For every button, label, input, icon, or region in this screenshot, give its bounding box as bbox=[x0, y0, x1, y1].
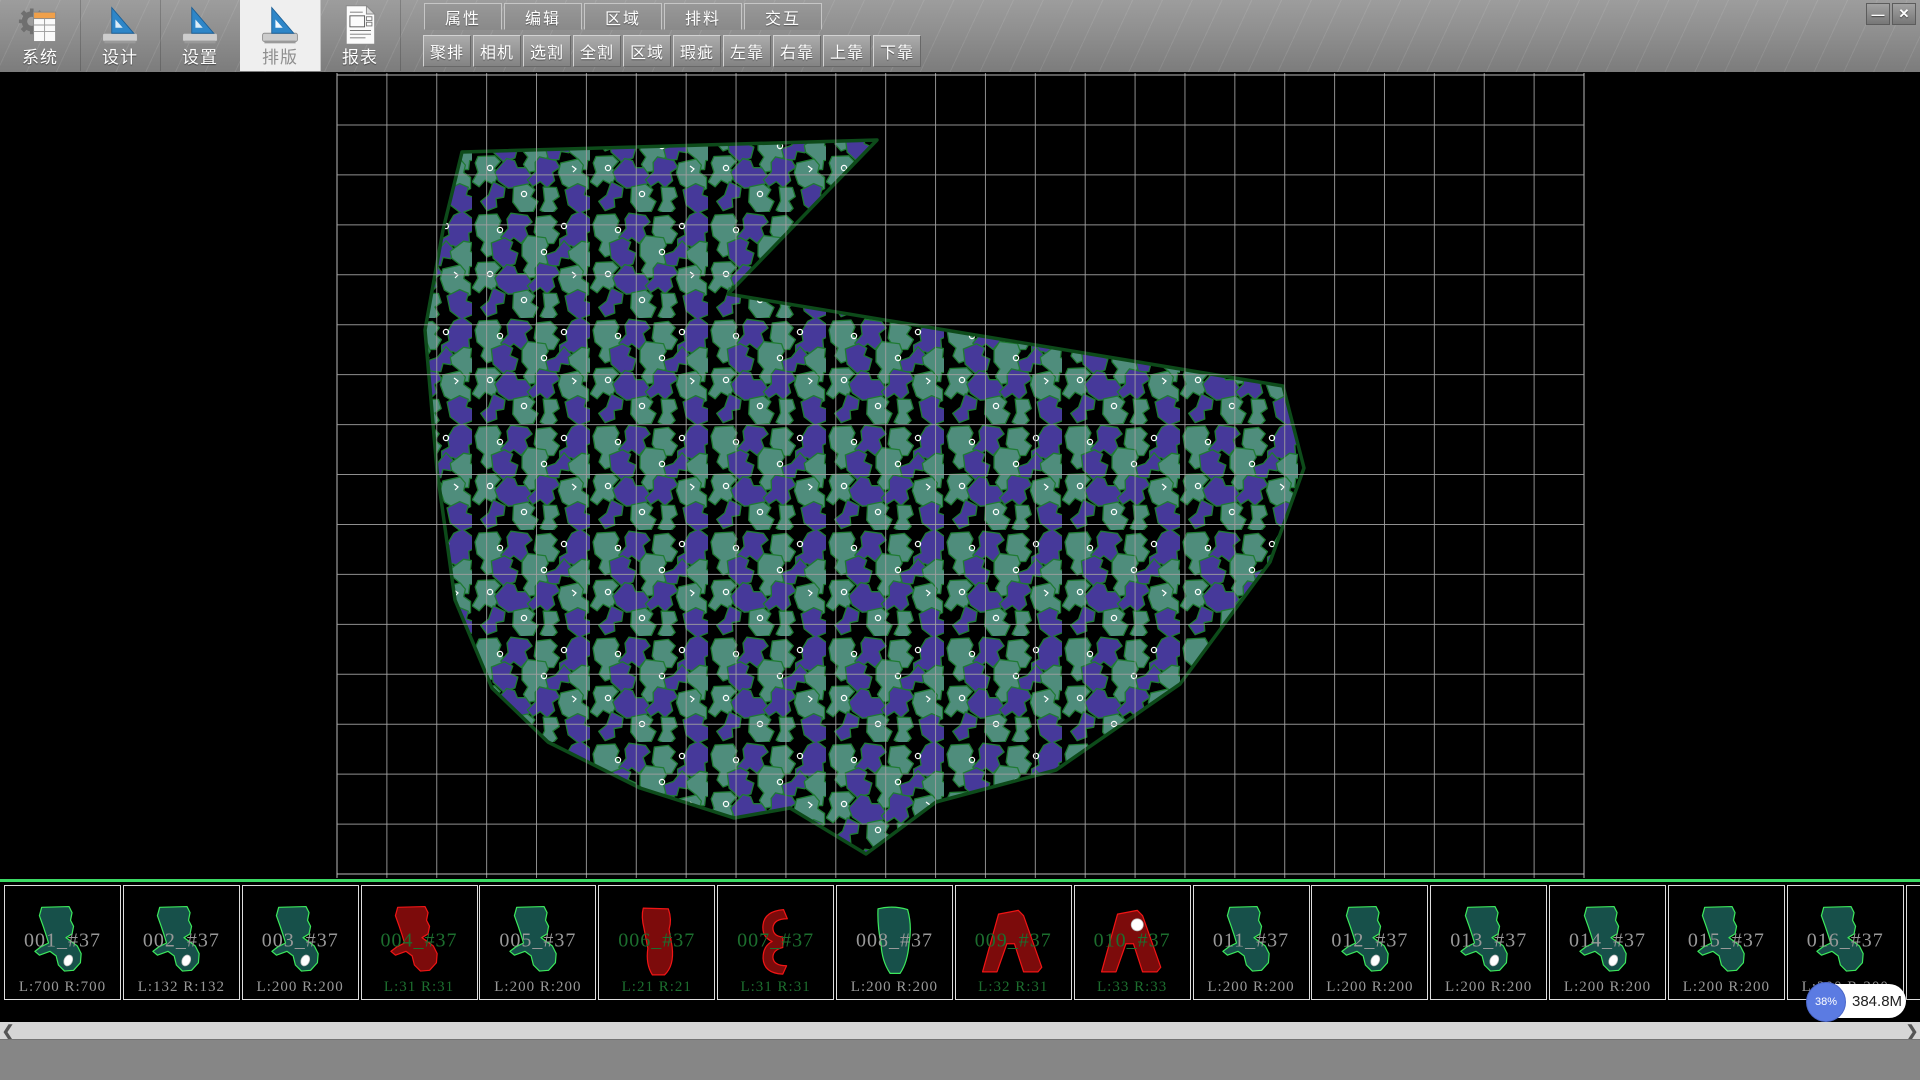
piece-lr-count: L:200 R:200 bbox=[243, 979, 358, 996]
piece-name: 003_#37 bbox=[243, 929, 358, 952]
ruler-triangle-icon bbox=[258, 3, 302, 47]
menu-tab-2[interactable]: 区域 bbox=[584, 3, 662, 30]
piece-name: 013_#37 bbox=[1431, 929, 1546, 952]
piece-lr-count: L:200 R:200 bbox=[480, 979, 595, 996]
piece-name: 008_#37 bbox=[837, 929, 952, 952]
piece-thumbnail-009_#37[interactable]: 009_#37 L:32 R:31 bbox=[955, 885, 1072, 1000]
piece-lr-count: L:200 R:200 bbox=[837, 979, 952, 996]
piece-thumbnail-012_#37[interactable]: 012_#37 L:200 R:200 bbox=[1311, 885, 1428, 1000]
piece-lr-count: L:31 R:31 bbox=[362, 979, 477, 996]
piece-name: 017_#37 bbox=[1907, 929, 1920, 952]
piece-name: 004_#37 bbox=[362, 929, 477, 952]
usage-percent-circle: 38% bbox=[1806, 982, 1846, 1022]
piece-thumbnail-015_#37[interactable]: 015_#37 L:200 R:200 bbox=[1668, 885, 1785, 1000]
action-button-1[interactable]: 相机 bbox=[473, 35, 521, 67]
horizontal-scrollbar[interactable]: ❮ ❯ bbox=[0, 1022, 1920, 1039]
action-button-7[interactable]: 右靠 bbox=[773, 35, 821, 67]
window-controls: — ✕ bbox=[1866, 3, 1916, 25]
mode-button-label: 设置 bbox=[160, 43, 240, 68]
piece-name: 016_#37 bbox=[1788, 929, 1903, 952]
mode-button-settings[interactable]: 设置 bbox=[160, 0, 241, 71]
piece-name: 005_#37 bbox=[480, 929, 595, 952]
close-button[interactable]: ✕ bbox=[1892, 3, 1916, 25]
menu-tab-0[interactable]: 属性 bbox=[424, 3, 502, 30]
piece-thumbnail-002_#37[interactable]: 002_#37 L:132 R:132 bbox=[123, 885, 240, 1000]
piece-lr-count: L:200 R:200 bbox=[1550, 979, 1665, 996]
piece-thumbnail-010_#37[interactable]: 010_#37 L:33 R:33 bbox=[1074, 885, 1191, 1000]
piece-lr-count: L:32 R:31 bbox=[956, 979, 1071, 996]
leather-hide-shape[interactable] bbox=[425, 140, 1304, 854]
piece-lr-count: L:31 R:31 bbox=[718, 979, 833, 996]
scroll-right-arrow-icon[interactable]: ❯ bbox=[1904, 1022, 1920, 1039]
application-window: 系统 设计 设置 bbox=[0, 0, 1920, 1080]
piece-lr-count: L:700 R:700 bbox=[5, 979, 120, 996]
memory-usage-badge: 38% 384.8M bbox=[1808, 984, 1906, 1018]
action-button-6[interactable]: 左靠 bbox=[723, 35, 771, 67]
piece-thumbnail-003_#37[interactable]: 003_#37 L:200 R:200 bbox=[242, 885, 359, 1000]
usage-percent: 38% bbox=[1815, 996, 1837, 1008]
action-button-0[interactable]: 聚排 bbox=[423, 35, 471, 67]
menu-tab-1[interactable]: 编辑 bbox=[504, 3, 582, 30]
mode-button-label: 报表 bbox=[320, 43, 400, 68]
toolbar: 系统 设计 设置 bbox=[0, 0, 1920, 73]
piece-name: 006_#37 bbox=[599, 929, 714, 952]
piece-thumbnail-016_#37[interactable]: 016_#37L:200 R:200 bbox=[1787, 885, 1904, 1000]
hide-nest-drawing bbox=[0, 72, 1920, 879]
mode-button-label: 排版 bbox=[240, 43, 320, 68]
mode-button-nesting[interactable]: 排版 bbox=[240, 0, 321, 71]
piece-name: 009_#37 bbox=[956, 929, 1071, 952]
piece-name: 012_#37 bbox=[1312, 929, 1427, 952]
nesting-canvas[interactable] bbox=[0, 72, 1920, 879]
piece-lr-count: L:132 R:132 bbox=[124, 979, 239, 996]
minimize-button[interactable]: — bbox=[1866, 3, 1890, 25]
piece-thumbnail-017_#37[interactable]: 017_#37 L:200 R:200 bbox=[1906, 885, 1920, 1000]
piece-name: 010_#37 bbox=[1075, 929, 1190, 952]
piece-thumbnail-014_#37[interactable]: 014_#37 L:200 R:200 bbox=[1549, 885, 1666, 1000]
piece-thumbnail-001_#37[interactable]: 001_#37 L:700 R:700 bbox=[4, 885, 121, 1000]
memory-size-label: 384.8M bbox=[1852, 984, 1902, 1018]
action-button-9[interactable]: 下靠 bbox=[873, 35, 921, 67]
report-document-icon bbox=[338, 3, 382, 47]
mode-button-report[interactable]: 报表 bbox=[320, 0, 401, 71]
mode-button-label: 系统 bbox=[0, 43, 80, 68]
piece-name: 011_#37 bbox=[1194, 929, 1309, 952]
menu-tab-bar: 属性编辑区域排料交互 bbox=[424, 3, 824, 30]
piece-name: 015_#37 bbox=[1669, 929, 1784, 952]
piece-thumbnail-007_#37[interactable]: 007_#37 L:31 R:31 bbox=[717, 885, 834, 1000]
piece-name: 001_#37 bbox=[5, 929, 120, 952]
status-bar bbox=[0, 1039, 1920, 1080]
scroll-left-arrow-icon[interactable]: ❮ bbox=[0, 1022, 16, 1039]
piece-thumbnail-004_#37[interactable]: 004_#37 L:31 R:31 bbox=[361, 885, 478, 1000]
ruler-triangle-icon bbox=[178, 3, 222, 47]
piece-lr-count: L:33 R:33 bbox=[1075, 979, 1190, 996]
piece-name: 002_#37 bbox=[124, 929, 239, 952]
piece-lr-count: L:200 R:200 bbox=[1907, 979, 1920, 996]
piece-thumbnail-006_#37[interactable]: 006_#37 L:21 R:21 bbox=[598, 885, 715, 1000]
action-button-3[interactable]: 全割 bbox=[573, 35, 621, 67]
menu-tab-3[interactable]: 排料 bbox=[664, 3, 742, 30]
piece-lr-count: L:200 R:200 bbox=[1194, 979, 1309, 996]
action-button-5[interactable]: 瑕疵 bbox=[673, 35, 721, 67]
piece-thumbnail-013_#37[interactable]: 013_#37 L:200 R:200 bbox=[1430, 885, 1547, 1000]
action-button-4[interactable]: 区域 bbox=[623, 35, 671, 67]
piece-name: 014_#37 bbox=[1550, 929, 1665, 952]
gear-table-icon bbox=[18, 3, 62, 47]
action-button-2[interactable]: 选割 bbox=[523, 35, 571, 67]
piece-lr-count: L:21 R:21 bbox=[599, 979, 714, 996]
piece-thumbnail-005_#37[interactable]: 005_#37 L:200 R:200 bbox=[479, 885, 596, 1000]
mode-button-design[interactable]: 设计 bbox=[80, 0, 161, 71]
piece-thumbnail-011_#37[interactable]: 011_#37 L:200 R:200 bbox=[1193, 885, 1310, 1000]
action-button-8[interactable]: 上靠 bbox=[823, 35, 871, 67]
piece-lr-count: L:200 R:200 bbox=[1312, 979, 1427, 996]
piece-lr-count: L:200 R:200 bbox=[1669, 979, 1784, 996]
menu-tab-4[interactable]: 交互 bbox=[744, 3, 822, 30]
piece-lr-count: L:200 R:200 bbox=[1431, 979, 1546, 996]
piece-thumbnail-008_#37[interactable]: 008_#37 L:200 R:200 bbox=[836, 885, 953, 1000]
mode-button-system[interactable]: 系统 bbox=[0, 0, 81, 71]
piece-name: 007_#37 bbox=[718, 929, 833, 952]
action-button-bar: 聚排相机选割全割区域瑕疵左靠右靠上靠下靠 bbox=[423, 35, 923, 67]
ruler-triangle-icon bbox=[98, 3, 142, 47]
piece-thumbnail-strip[interactable]: 001_#37L:700 R:700002_#37L:132 R:132003_… bbox=[0, 882, 1920, 1022]
mode-button-label: 设计 bbox=[80, 43, 160, 68]
